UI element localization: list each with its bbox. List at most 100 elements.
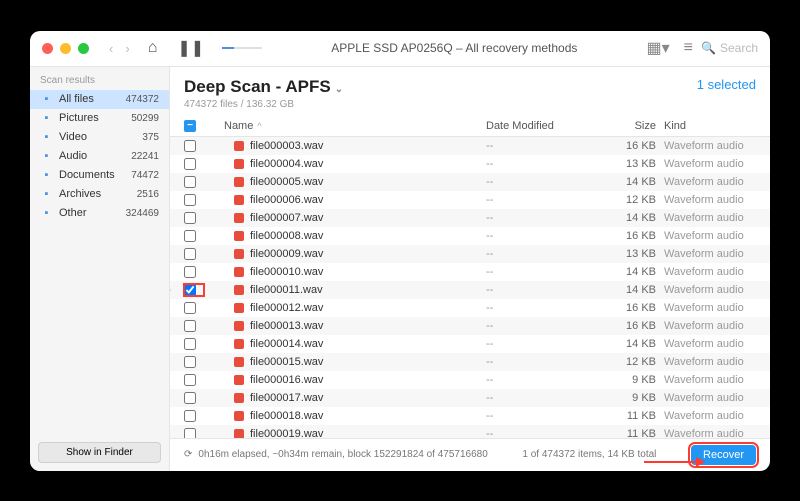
audio-file-icon (234, 285, 244, 295)
row-checkbox[interactable] (184, 320, 204, 332)
file-name: file000009.wav (250, 248, 323, 260)
row-checkbox[interactable] (184, 230, 204, 242)
audio-file-icon (234, 195, 244, 205)
file-kind: Waveform audio (656, 140, 756, 152)
file-kind: Waveform audio (656, 194, 756, 206)
sidebar-item-all-files[interactable]: ▪All files474372 (30, 90, 169, 109)
file-name: file000012.wav (250, 302, 323, 314)
doc-icon: ▪ (40, 169, 53, 182)
col-size[interactable]: Size (596, 120, 656, 132)
sidebar-item-count: 2516 (137, 189, 159, 200)
table-row[interactable]: file000006.wav--12 KBWaveform audio (170, 191, 770, 209)
file-date: -- (486, 284, 596, 296)
table-row[interactable]: file000005.wav--14 KBWaveform audio (170, 173, 770, 191)
row-checkbox[interactable] (184, 410, 204, 422)
selected-count: 1 selected (697, 77, 756, 92)
row-checkbox[interactable] (184, 428, 204, 438)
row-checkbox[interactable] (184, 374, 204, 386)
audio-file-icon (234, 267, 244, 277)
sidebar-item-audio[interactable]: ▪Audio22241 (30, 147, 169, 166)
app-window: ‹ › ⌂ ❚❚ APPLE SSD AP0256Q – All recover… (30, 31, 770, 471)
row-checkbox[interactable] (184, 356, 204, 368)
file-name: file000016.wav (250, 374, 323, 386)
sidebar-item-count: 22241 (131, 151, 159, 162)
row-checkbox[interactable] (184, 266, 204, 278)
col-date[interactable]: Date Modified (486, 120, 596, 132)
file-size: 12 KB (596, 194, 656, 206)
table-row[interactable]: file000016.wav--9 KBWaveform audio (170, 371, 770, 389)
table-row[interactable]: file000014.wav--14 KBWaveform audio (170, 335, 770, 353)
table-row[interactable]: file000008.wav--16 KBWaveform audio (170, 227, 770, 245)
sidebar-item-pictures[interactable]: ▪Pictures50299 (30, 109, 169, 128)
table-row[interactable]: file000010.wav--14 KBWaveform audio (170, 263, 770, 281)
back-icon[interactable]: ‹ (105, 39, 117, 58)
col-name[interactable]: Name^ (204, 120, 486, 132)
main-header: Deep Scan - APFS⌄ 474372 files / 136.32 … (170, 67, 770, 116)
row-checkbox[interactable] (184, 194, 204, 206)
show-in-finder-button[interactable]: Show in Finder (38, 442, 161, 463)
file-date: -- (486, 320, 596, 332)
titlebar: ‹ › ⌂ ❚❚ APPLE SSD AP0256Q – All recover… (30, 31, 770, 67)
row-checkbox[interactable] (184, 158, 204, 170)
table-row[interactable]: file000018.wav--11 KBWaveform audio (170, 407, 770, 425)
table-row[interactable]: file000019.wav--11 KBWaveform audio (170, 425, 770, 438)
table-row[interactable]: file000003.wav--16 KBWaveform audio (170, 137, 770, 155)
file-date: -- (486, 158, 596, 170)
table-row[interactable]: file000017.wav--9 KBWaveform audio (170, 389, 770, 407)
search-icon: 🔍 (701, 41, 716, 55)
sidebar-item-archives[interactable]: ▪Archives2516 (30, 185, 169, 204)
search-box[interactable]: 🔍 Search (701, 41, 758, 55)
select-all-checkbox[interactable] (184, 120, 204, 132)
sidebar-item-video[interactable]: ▪Video375 (30, 128, 169, 147)
file-name: file000017.wav (250, 392, 323, 404)
table-row[interactable]: file000004.wav--13 KBWaveform audio (170, 155, 770, 173)
audio-file-icon (234, 249, 244, 259)
maximize-icon[interactable] (78, 43, 89, 54)
audio-file-icon (234, 303, 244, 313)
window-title: APPLE SSD AP0256Q – All recovery methods (270, 41, 638, 55)
row-checkbox[interactable] (184, 392, 204, 404)
file-date: -- (486, 194, 596, 206)
file-kind: Waveform audio (656, 338, 756, 350)
page-title[interactable]: Deep Scan - APFS⌄ (184, 77, 343, 97)
close-icon[interactable] (42, 43, 53, 54)
table-row[interactable]: file000009.wav--13 KBWaveform audio (170, 245, 770, 263)
view-icon[interactable]: ▦▾ (647, 38, 670, 58)
other-icon: ▪ (40, 207, 53, 220)
minimize-icon[interactable] (60, 43, 71, 54)
sidebar: Scan results ▪All files474372▪Pictures50… (30, 67, 170, 471)
file-date: -- (486, 302, 596, 314)
sidebar-item-count: 474372 (126, 94, 159, 105)
audio-file-icon (234, 231, 244, 241)
file-name: file000008.wav (250, 230, 323, 242)
col-kind[interactable]: Kind (656, 120, 756, 132)
home-icon[interactable]: ⌂ (142, 39, 164, 57)
row-checkbox[interactable] (184, 176, 204, 188)
table-row[interactable]: file000007.wav--14 KBWaveform audio (170, 209, 770, 227)
sidebar-item-other[interactable]: ▪Other324469 (30, 204, 169, 223)
pause-icon[interactable]: ❚❚ (171, 38, 210, 58)
file-kind: Waveform audio (656, 392, 756, 404)
folder-icon: ▪ (40, 93, 53, 106)
file-name: file000018.wav (250, 410, 323, 422)
table-row[interactable]: file000012.wav--16 KBWaveform audio (170, 299, 770, 317)
row-checkbox[interactable] (184, 338, 204, 350)
row-checkbox[interactable] (184, 248, 204, 260)
file-kind: Waveform audio (656, 212, 756, 224)
sidebar-item-documents[interactable]: ▪Documents74472 (30, 166, 169, 185)
nav-arrows: ‹ › (105, 39, 134, 58)
row-checkbox[interactable] (184, 284, 204, 296)
row-checkbox[interactable] (184, 212, 204, 224)
filter-icon[interactable]: ≡ (684, 39, 693, 57)
refresh-icon[interactable]: ⟳ (184, 449, 192, 460)
table-row[interactable]: file000013.wav--16 KBWaveform audio (170, 317, 770, 335)
row-checkbox[interactable] (184, 140, 204, 152)
table-row[interactable]: file000011.wav--14 KBWaveform audio (170, 281, 770, 299)
file-size: 16 KB (596, 320, 656, 332)
file-date: -- (486, 176, 596, 188)
file-size: 11 KB (596, 428, 656, 438)
file-name: file000013.wav (250, 320, 323, 332)
table-row[interactable]: file000015.wav--12 KBWaveform audio (170, 353, 770, 371)
forward-icon[interactable]: › (121, 39, 133, 58)
row-checkbox[interactable] (184, 302, 204, 314)
